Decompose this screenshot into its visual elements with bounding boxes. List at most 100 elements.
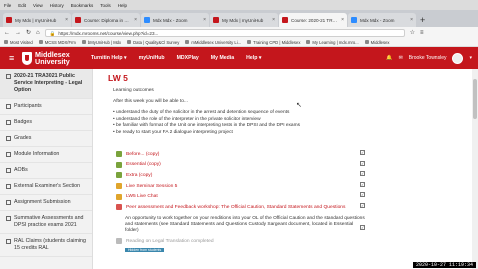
browser-tab[interactable]: Course: Diploma in Translati× [72, 13, 140, 27]
menu-item[interactable]: History [50, 3, 64, 8]
back-icon[interactable]: ← [4, 30, 10, 36]
bookmark-item[interactable]: mMiddlesex University Li... [185, 40, 241, 45]
completion-checkbox[interactable]: ✓ [360, 150, 365, 155]
folder-icon [6, 104, 11, 109]
bookmark-icon [364, 40, 369, 44]
completion-checks: ✓ ✓ ✓ ✓ ✓ ✓ ✓ [360, 150, 365, 230]
menu-item[interactable]: Tools [100, 3, 111, 8]
bookmark-item[interactable]: Data | Quality&Cl Survey [127, 40, 179, 45]
browser-tab[interactable]: Mdx Mdx - Zoom × [141, 13, 209, 27]
bookmark-item[interactable]: Training CPD | Middlesex [247, 40, 300, 45]
top-nav-item[interactable]: Turnitin Help ▾ [91, 55, 127, 61]
page-icon [116, 238, 122, 244]
menu-item[interactable]: File [4, 3, 11, 8]
drawer-item[interactable]: AOBs [0, 163, 92, 179]
bookmark-icon [127, 40, 132, 44]
close-icon[interactable]: × [65, 17, 68, 23]
activity-reading[interactable]: Reading on Legal Translation completed [116, 238, 214, 244]
activity-icon [116, 183, 122, 190]
bookmark-item[interactable]: Middlesex [364, 40, 390, 45]
tab-title: Course: 2020-21 TRA3021 Pu [291, 17, 339, 23]
browser-tab[interactable]: Course: 2020-21 TRA3021 Pu× [279, 13, 347, 27]
hamburger-icon[interactable]: ≡ [9, 53, 14, 63]
activity-item[interactable]: Essential (copy) [116, 160, 376, 171]
close-icon[interactable]: × [410, 17, 413, 23]
close-icon[interactable]: × [341, 17, 344, 23]
forward-icon[interactable]: → [15, 30, 21, 36]
home-icon[interactable]: ⌂ [36, 30, 40, 36]
course-drawer: 2020-21 TRA3021 Public Service Interpret… [0, 69, 93, 269]
outcome-item: • be ready to start your FA 2 dialogue i… [113, 130, 363, 135]
menu-icon[interactable]: ≡ [420, 30, 424, 36]
menu-item[interactable]: Edit [18, 3, 26, 8]
completion-checkbox[interactable]: ✓ [360, 202, 365, 208]
bookmark-label: mMiddlesex University Li... [191, 39, 242, 45]
menu-item[interactable]: View [33, 3, 43, 8]
bookmark-icon [4, 40, 8, 44]
top-nav-item[interactable]: MDXPlay [177, 55, 199, 61]
browser-tab[interactable]: Mdx Mdx - Zoom × [348, 13, 416, 27]
favicon-icon [213, 17, 219, 23]
activity-item[interactable]: Before... (copy) [116, 149, 376, 160]
drawer-item[interactable]: Participants [0, 99, 92, 115]
bookmark-icon [38, 40, 43, 44]
folder-icon [6, 136, 11, 141]
chat-icon[interactable]: ✉ [399, 55, 403, 61]
drawer-item[interactable]: Summative Assessments and DPSI practice … [0, 211, 92, 234]
close-icon[interactable]: × [203, 17, 206, 23]
drawer-item[interactable]: Grades [0, 131, 92, 147]
activity-list: Before... (copy) Essential (copy) Extra (c… [116, 149, 376, 213]
drawer-item[interactable]: RAL Claims (students claiming 15 credits… [0, 234, 92, 257]
activity-item[interactable]: LW5 Live Chat [116, 191, 376, 202]
bookmark-item[interactable]: Most Visited [4, 40, 33, 45]
avatar[interactable] [452, 52, 464, 64]
completion-checkbox[interactable]: ✓ [360, 171, 365, 177]
star-icon[interactable]: ☆ [410, 29, 415, 36]
bookmark-icon [306, 40, 311, 44]
url-field[interactable]: 🔒 https://mdx.mrooms.net/course/view.php… [44, 28, 405, 37]
scrollbar-thumb[interactable] [473, 79, 477, 119]
close-icon[interactable]: × [272, 17, 275, 23]
browser-tab-bar: My Mdx | myUniHub × Course: Diploma in Tra… [0, 10, 478, 27]
browser-menu-bar: File Edit View History Bookmarks Tools Help [0, 0, 478, 10]
completion-checkbox[interactable]: ✓ [360, 192, 365, 198]
course-icon [6, 74, 11, 79]
top-nav-item[interactable]: Help ▾ [246, 55, 261, 61]
bookmark-item[interactable]: MCSS MDX/Frm [38, 40, 76, 45]
chevron-down-icon[interactable]: ▾ [469, 55, 472, 61]
reload-icon[interactable]: ↻ [26, 29, 31, 36]
top-nav-item[interactable]: myUniHub [139, 55, 165, 61]
drawer-item[interactable]: External Examiner's Section [0, 179, 92, 195]
activity-item[interactable]: Peer assessment and Feedback workshop: T… [116, 202, 376, 213]
lock-icon: 🔒 [49, 30, 56, 36]
activity-item[interactable]: Extra (copy) [116, 170, 376, 181]
bell-icon[interactable]: 🔔 [386, 55, 392, 61]
completion-checkbox[interactable]: ✓ [360, 181, 365, 187]
university-logo[interactable]: Middlesex University [22, 49, 80, 67]
drawer-item[interactable]: Module Information [0, 147, 92, 163]
browser-tab[interactable]: My Mdx | myUniHub × [210, 13, 278, 27]
url-text: https://mdx.mrooms.net/course/view.php?i… [58, 30, 159, 36]
top-nav-item[interactable]: My Media [211, 55, 234, 61]
bookmark-item[interactable]: bMyUniHub | Mdx [81, 40, 121, 45]
close-icon[interactable]: × [134, 17, 137, 23]
drawer-item-label: Module Information [14, 151, 60, 157]
menu-item[interactable]: Bookmarks [71, 3, 94, 8]
outcome-item: • understand the duty of the solicitor i… [113, 110, 363, 115]
browser-tab[interactable]: My Mdx | myUniHub × [3, 13, 71, 27]
drawer-item-label: Summative Assessments and DPSI practice … [14, 215, 84, 228]
drawer-item-label: Assignment Submission [14, 199, 71, 205]
drawer-course-link[interactable]: 2020-21 TRA3021 Public Service Interpret… [0, 69, 92, 99]
user-menu[interactable]: 🔔 ✉ Brooke Townsley ▾ [386, 47, 472, 69]
new-tab-icon[interactable]: + [420, 13, 425, 27]
drawer-item[interactable]: Assignment Submission [0, 195, 92, 211]
completion-checkbox[interactable]: ✓ [360, 160, 365, 166]
bookmark-icon [247, 40, 252, 44]
bookmark-item[interactable]: My Learning | mdx.mro... [306, 40, 359, 45]
activity-item[interactable]: Live Seminar Session 5 [116, 181, 376, 192]
menu-item[interactable]: Help [118, 3, 127, 8]
activity-icon [116, 161, 122, 168]
scrollbar[interactable] [472, 69, 478, 269]
completion-checkbox[interactable]: ✓ [360, 224, 365, 230]
drawer-item[interactable]: Badges [0, 115, 92, 131]
